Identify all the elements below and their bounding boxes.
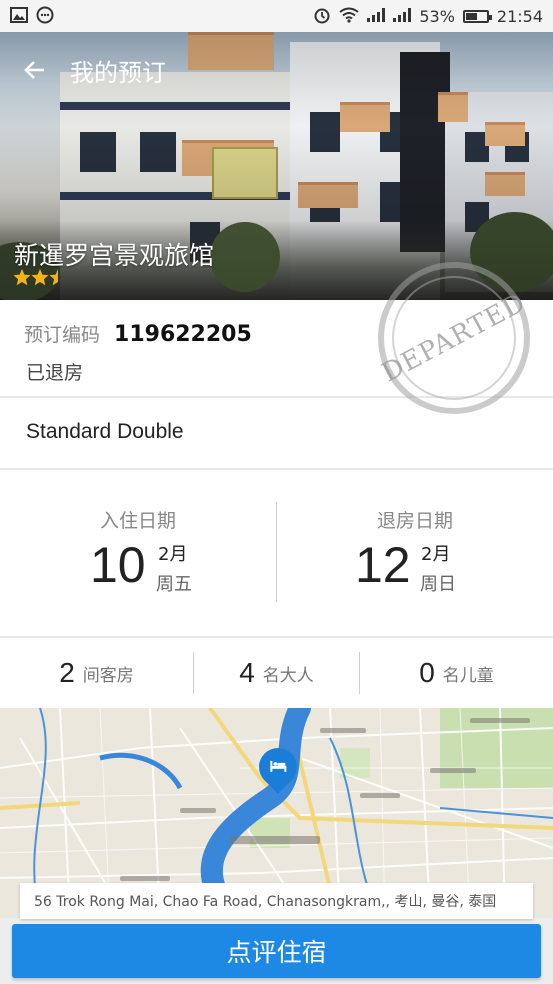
review-stay-button[interactable]: 点评住宿 — [12, 924, 541, 978]
checkin-date: 入住日期 10 2月 周五 — [0, 470, 276, 636]
booking-status: 已退房 — [26, 362, 84, 384]
adults-number: 4 — [239, 657, 255, 688]
status-bar: 53% 21:54 — [0, 0, 553, 32]
checkout-weekday: 周日 — [420, 574, 456, 595]
back-button[interactable] — [0, 32, 70, 108]
checkin-label: 入住日期 — [99, 510, 176, 532]
checkout-month: 2月 — [421, 544, 451, 565]
children-number: 0 — [419, 657, 435, 688]
adults-label: 名大人 — [262, 665, 314, 686]
hotel-name: 新暹罗宫景观旅馆 — [14, 241, 215, 270]
checkout-date: 退房日期 12 2月 周日 — [277, 470, 553, 636]
rooms-number: 2 — [59, 657, 75, 688]
signal-icon — [367, 7, 386, 25]
booking-number: 119622205 — [114, 322, 252, 347]
page-title: 我的预订 — [70, 58, 166, 87]
wifi-icon — [339, 7, 359, 26]
battery-fill — [465, 12, 477, 20]
battery-percent: 53% — [419, 6, 455, 26]
signal-icon-2 — [393, 7, 412, 25]
star-rating — [13, 268, 67, 293]
checkout-label: 退房日期 — [376, 510, 453, 532]
bed-icon — [269, 758, 287, 777]
checkout-day: 12 — [355, 537, 411, 593]
dates-section: 入住日期 10 2月 周五 退房日期 12 2月 周日 — [0, 470, 553, 636]
stamp-text: DEPARTED — [377, 287, 531, 389]
image-icon — [10, 6, 28, 26]
guests-section: 2 间客房 4 名大人 0 名儿童 — [0, 638, 553, 708]
alarm-icon — [313, 6, 331, 27]
chat-icon — [36, 6, 54, 27]
departed-stamp: DEPARTED — [377, 262, 531, 414]
children-label: 名儿童 — [442, 665, 494, 686]
children-count: 0 名儿童 — [360, 638, 553, 708]
back-arrow-icon — [24, 54, 46, 87]
star-icons — [13, 269, 67, 286]
room-type: Standard Double — [26, 420, 184, 443]
rooms-count: 2 间客房 — [0, 638, 193, 708]
checkin-weekday: 周五 — [156, 574, 192, 595]
booking-number-label: 预订编码 — [24, 324, 101, 346]
adults-count: 4 名大人 — [194, 638, 359, 708]
hotel-address[interactable]: 56 Trok Rong Mai, Chao Fa Road, Chanason… — [20, 883, 533, 919]
battery-icon — [462, 9, 492, 23]
rooms-label: 间客房 — [82, 665, 134, 686]
clock: 21:54 — [496, 6, 543, 26]
app-bar: 我的预订 — [0, 32, 553, 108]
checkin-day: 10 — [90, 537, 146, 593]
checkin-month: 2月 — [158, 544, 188, 565]
